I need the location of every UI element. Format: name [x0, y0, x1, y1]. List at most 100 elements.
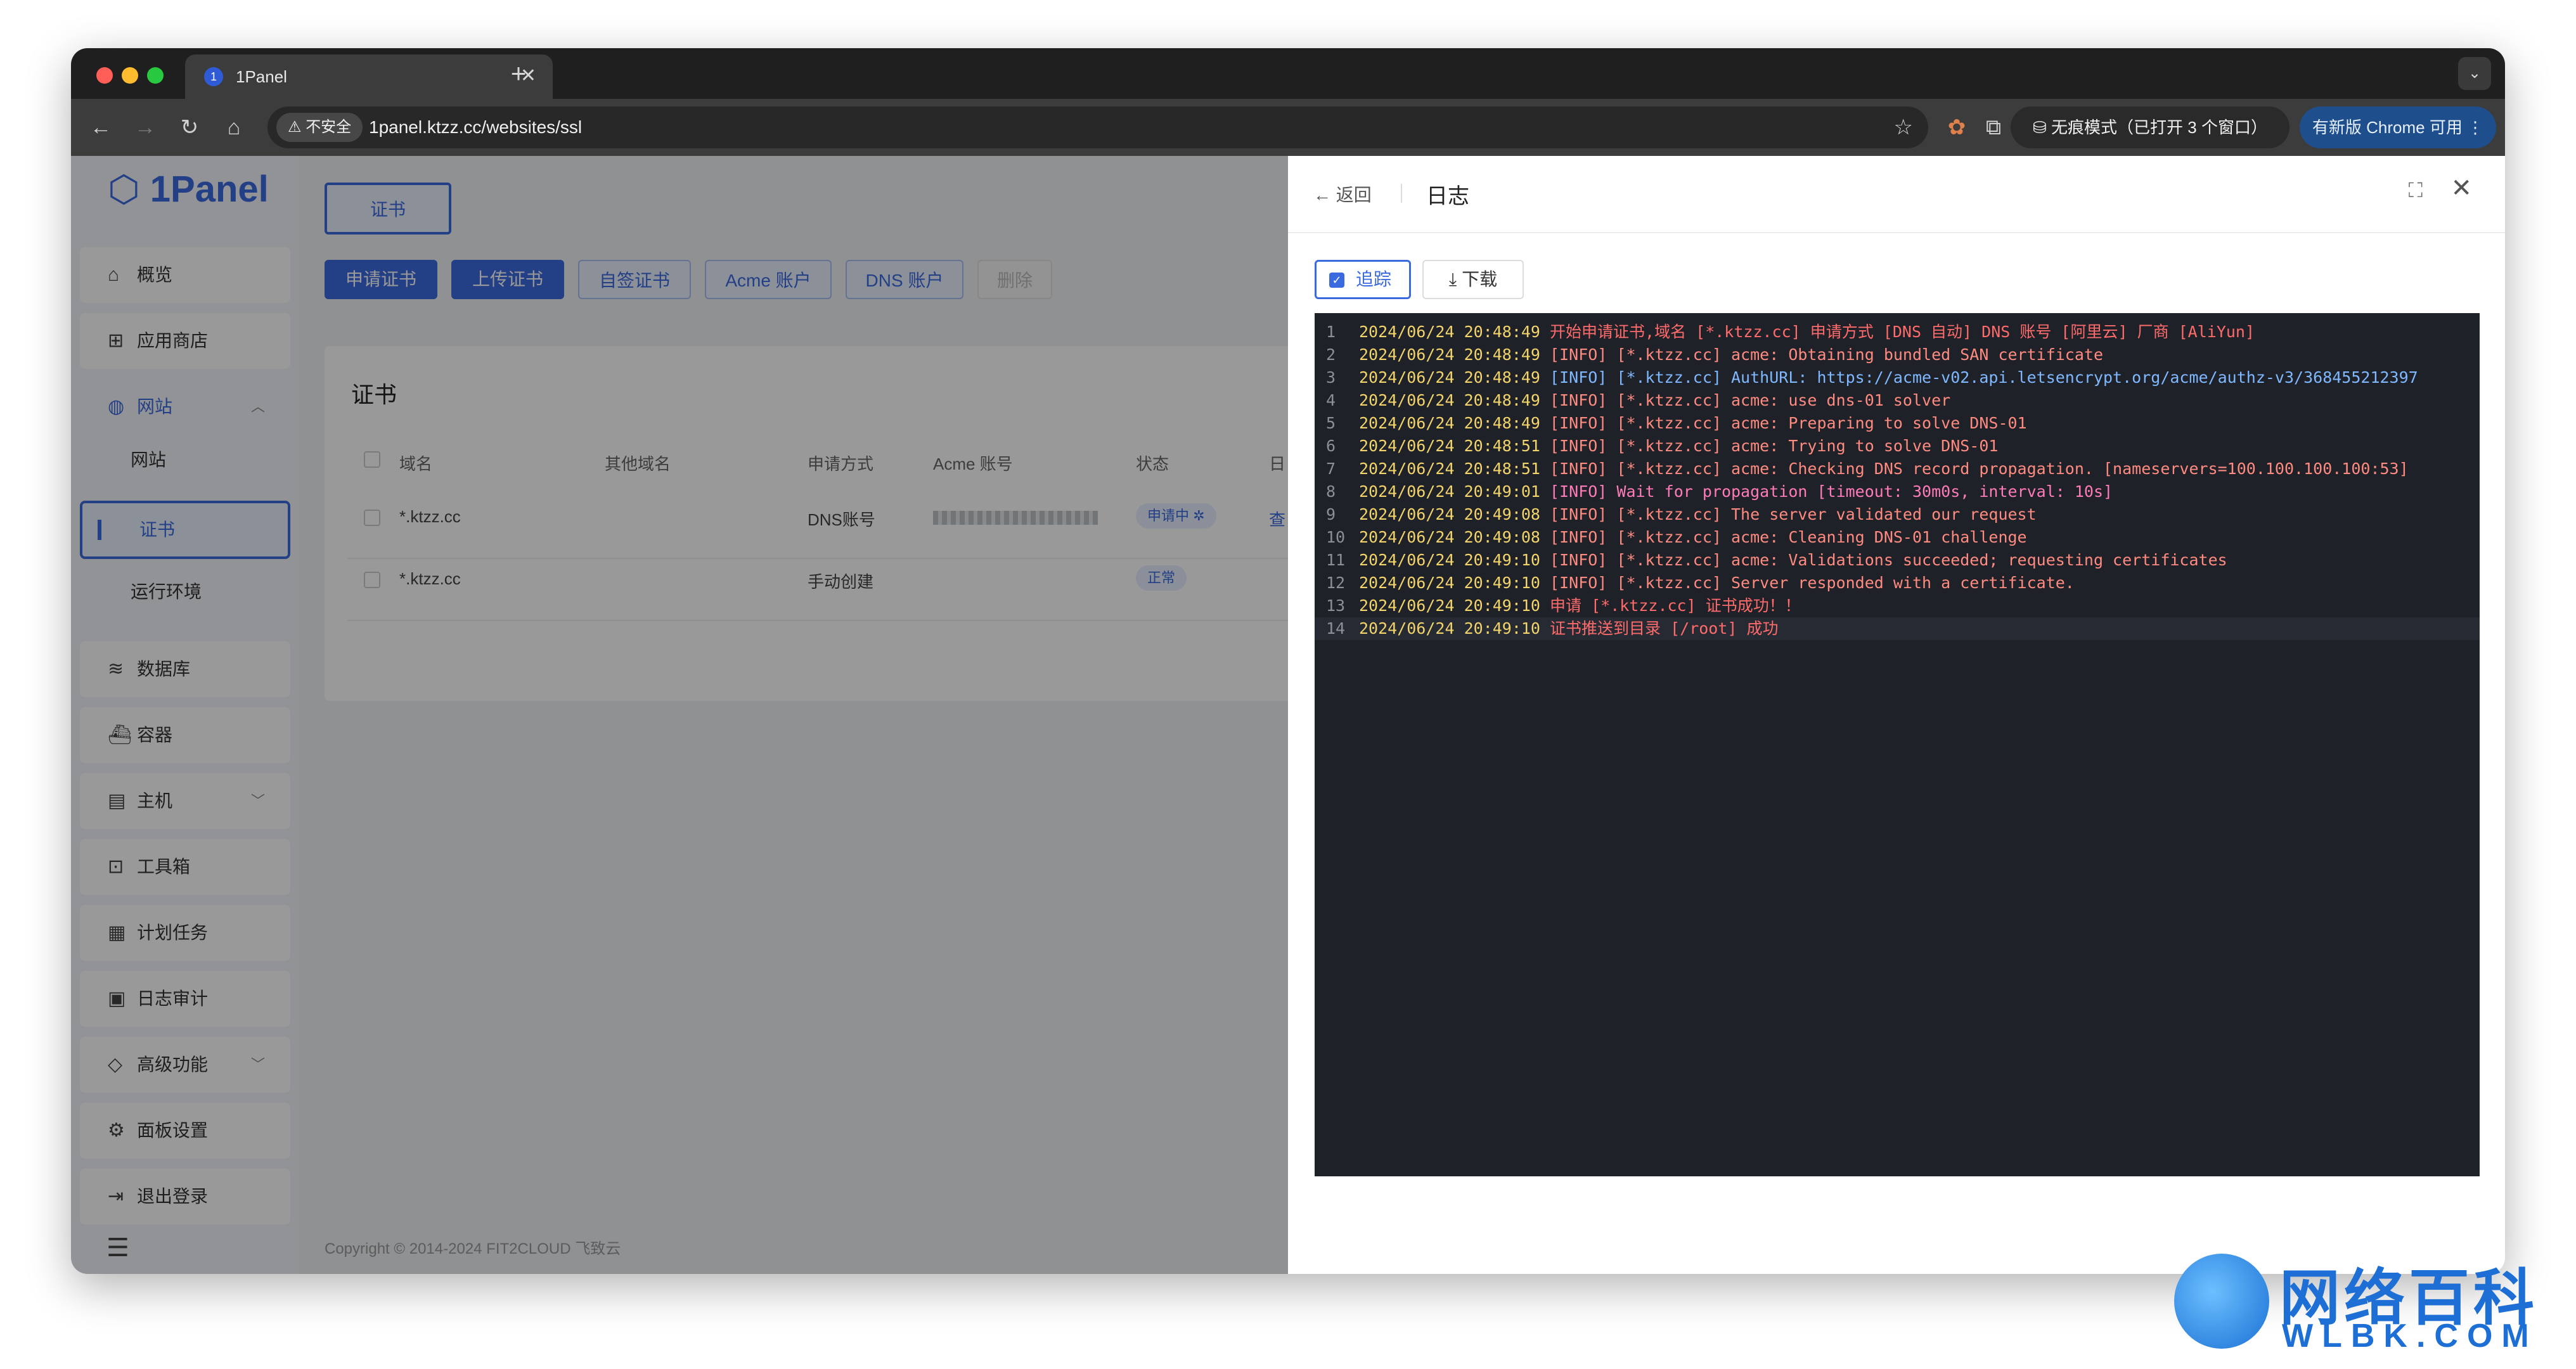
- puzzle-icon[interactable]: ⧉: [1979, 113, 2008, 142]
- log-timestamp: 2024/06/24 20:49:10: [1359, 596, 1540, 615]
- new-tab-icon[interactable]: +: [499, 55, 538, 93]
- log-message: [INFO] [*.ktzz.cc] AuthURL: https://acme…: [1540, 368, 2418, 387]
- chrome-update-button[interactable]: 有新版 Chrome 可用 ⋮: [2300, 106, 2496, 148]
- incognito-label: 无痕模式（已打开 3 个窗口）: [2051, 118, 2267, 137]
- log-message: [INFO] Wait for propagation [timeout: 30…: [1540, 482, 2113, 501]
- incognito-icon: ⛁: [2033, 118, 2052, 137]
- log-line: 9 2024/06/24 20:49:08 [INFO] [*.ktzz.cc] …: [1315, 503, 2480, 526]
- log-line: 2 2024/06/24 20:48:49 [INFO] [*.ktzz.cc] …: [1315, 344, 2480, 366]
- log-line: 14 2024/06/24 20:49:10 证书推送到目录 [/root] 成功: [1315, 617, 2480, 640]
- browser-toolbar: ← → ↻ ⌂ ⚠ 不安全 1panel.ktzz.cc/websites/ss…: [71, 99, 2505, 156]
- log-timestamp: 2024/06/24 20:48:51: [1359, 460, 1540, 478]
- back-arrow-icon: ←: [1313, 185, 1336, 205]
- globe-logo-icon: [2174, 1254, 2269, 1349]
- extension-icon[interactable]: ✿: [1942, 113, 1971, 142]
- log-line-number: 14: [1326, 619, 1346, 638]
- minimize-window-button[interactable]: [122, 67, 138, 84]
- log-timestamp: 2024/06/24 20:49:10: [1359, 574, 1540, 592]
- log-line-number: 13: [1326, 596, 1346, 615]
- log-timestamp: 2024/06/24 20:48:49: [1359, 368, 1540, 387]
- log-line: 6 2024/06/24 20:48:51 [INFO] [*.ktzz.cc] …: [1315, 435, 2480, 458]
- more-icon: ⋮: [2462, 118, 2484, 137]
- log-timestamp: 2024/06/24 20:49:01: [1359, 482, 1540, 501]
- forward-arrow-icon[interactable]: →: [131, 113, 160, 142]
- log-line-number: 8: [1326, 482, 1336, 501]
- modal-overlay-sidebar[interactable]: [71, 156, 299, 1274]
- log-message: [INFO] [*.ktzz.cc] Server responded with…: [1540, 574, 2075, 592]
- trace-label: 追踪: [1356, 269, 1392, 289]
- log-timestamp: 2024/06/24 20:48:49: [1359, 323, 1540, 341]
- back-label: 返回: [1336, 185, 1372, 205]
- log-message: [INFO] [*.ktzz.cc] acme: Trying to solve…: [1540, 437, 1999, 455]
- tab-bar: 1 1Panel ✕ + ⌄: [71, 48, 2505, 99]
- log-message: [INFO] [*.ktzz.cc] The server validated …: [1540, 505, 2037, 524]
- reload-icon[interactable]: ↻: [175, 113, 204, 142]
- maximize-window-button[interactable]: [147, 67, 164, 84]
- log-message: [INFO] [*.ktzz.cc] acme: Obtaining bundl…: [1540, 345, 2104, 364]
- log-timestamp: 2024/06/24 20:49:08: [1359, 528, 1540, 546]
- log-line-number: 7: [1326, 460, 1336, 478]
- watermark-url: WLBK.COM: [2282, 1318, 2538, 1354]
- log-line: 12 2024/06/24 20:49:10 [INFO] [*.ktzz.cc]…: [1315, 572, 2480, 595]
- log-message: [INFO] [*.ktzz.cc] acme: Preparing to so…: [1540, 414, 2027, 432]
- close-window-button[interactable]: [96, 67, 113, 84]
- log-line-number: 9: [1326, 505, 1336, 524]
- log-message: 申请 [*.ktzz.cc] 证书成功！！: [1540, 596, 1801, 615]
- log-timestamp: 2024/06/24 20:49:10: [1359, 551, 1540, 569]
- log-line-number: 2: [1326, 345, 1336, 364]
- address-bar[interactable]: ⚠ 不安全 1panel.ktzz.cc/websites/ssl ☆: [267, 106, 1928, 148]
- log-line-number: 3: [1326, 368, 1336, 387]
- log-line-number: 6: [1326, 437, 1336, 455]
- log-message: [INFO] [*.ktzz.cc] acme: use dns-01 solv…: [1540, 391, 1951, 409]
- trace-checkbox[interactable]: ✓ 追踪: [1315, 260, 1411, 299]
- bookmark-star-icon[interactable]: ☆: [1894, 106, 1913, 148]
- download-label: 下载: [1462, 269, 1498, 289]
- log-viewer[interactable]: 1 2024/06/24 20:48:49 开始申请证书,域名 [*.ktzz.c…: [1315, 313, 2480, 1176]
- log-line-number: 4: [1326, 391, 1336, 409]
- log-timestamp: 2024/06/24 20:48:49: [1359, 345, 1540, 364]
- log-message: [INFO] [*.ktzz.cc] acme: Checking DNS re…: [1540, 460, 2409, 478]
- modal-overlay[interactable]: [299, 156, 1288, 1274]
- log-line-number: 10: [1326, 528, 1346, 546]
- log-line-number: 5: [1326, 414, 1336, 432]
- download-button[interactable]: ⤓ 下载: [1422, 260, 1524, 299]
- log-timestamp: 2024/06/24 20:49:08: [1359, 505, 1540, 524]
- log-line: 8 2024/06/24 20:49:01 [INFO] Wait for pro…: [1315, 480, 2480, 503]
- tab-title: 1Panel: [236, 67, 287, 86]
- incognito-indicator[interactable]: ⛁ 无痕模式（已打开 3 个窗口）: [2011, 106, 2289, 148]
- watermark: 网络百科 WLBK.COM: [2174, 1249, 2567, 1356]
- log-line-number: 12: [1326, 574, 1346, 592]
- log-line: 13 2024/06/24 20:49:10 申请 [*.ktzz.cc] 证书成…: [1315, 595, 2480, 617]
- browser-window: 1 1Panel ✕ + ⌄ ← → ↻ ⌂ ⚠ 不安全 1panel.ktzz…: [71, 48, 2505, 1274]
- log-line-number: 1: [1326, 323, 1336, 341]
- insecure-badge[interactable]: ⚠ 不安全: [276, 113, 363, 142]
- log-timestamp: 2024/06/24 20:48:51: [1359, 437, 1540, 455]
- log-message: 开始申请证书,域名 [*.ktzz.cc] 申请方式 [DNS 自动] DNS …: [1540, 323, 2255, 341]
- tab-search-icon[interactable]: ⌄: [2458, 57, 2491, 90]
- log-line-number: 11: [1326, 551, 1346, 569]
- insecure-label: 不安全: [306, 119, 352, 136]
- log-timestamp: 2024/06/24 20:48:49: [1359, 391, 1540, 409]
- drawer-title: 日志: [1426, 184, 1469, 209]
- header-divider: [1401, 184, 1402, 203]
- log-timestamp: 2024/06/24 20:49:10: [1359, 619, 1540, 638]
- back-arrow-icon[interactable]: ←: [86, 113, 115, 142]
- close-icon[interactable]: ✕: [2450, 174, 2472, 203]
- log-line: 7 2024/06/24 20:48:51 [INFO] [*.ktzz.cc] …: [1315, 458, 2480, 480]
- log-timestamp: 2024/06/24 20:48:49: [1359, 414, 1540, 432]
- screenshot: 1 1Panel ✕ + ⌄ ← → ↻ ⌂ ⚠ 不安全 1panel.ktzz…: [0, 0, 2576, 1369]
- log-line: 4 2024/06/24 20:48:49 [INFO] [*.ktzz.cc] …: [1315, 389, 2480, 412]
- browser-tab[interactable]: 1 1Panel ✕: [185, 55, 553, 99]
- log-line: 1 2024/06/24 20:48:49 开始申请证书,域名 [*.ktzz.c…: [1315, 321, 2480, 344]
- log-line: 3 2024/06/24 20:48:49 [INFO] [*.ktzz.cc] …: [1315, 366, 2480, 389]
- url-text[interactable]: 1panel.ktzz.cc/websites/ssl: [369, 106, 582, 148]
- log-message: [INFO] [*.ktzz.cc] acme: Validations suc…: [1540, 551, 2227, 569]
- log-drawer: ← 返回 日志 ⛶ ✕ ✓ 追踪 ⤓ 下载 1 2024/06/24 20:48:…: [1288, 156, 2505, 1274]
- fullscreen-icon[interactable]: ⛶: [2409, 179, 2423, 203]
- home-icon[interactable]: ⌂: [219, 113, 248, 142]
- download-icon: ⤓: [1448, 269, 1462, 289]
- log-message: [INFO] [*.ktzz.cc] acme: Cleaning DNS-01…: [1540, 528, 2027, 546]
- log-line: 10 2024/06/24 20:49:08 [INFO] [*.ktzz.cc]…: [1315, 526, 2480, 549]
- log-line: 5 2024/06/24 20:48:49 [INFO] [*.ktzz.cc] …: [1315, 412, 2480, 435]
- back-button[interactable]: ← 返回: [1313, 181, 1372, 207]
